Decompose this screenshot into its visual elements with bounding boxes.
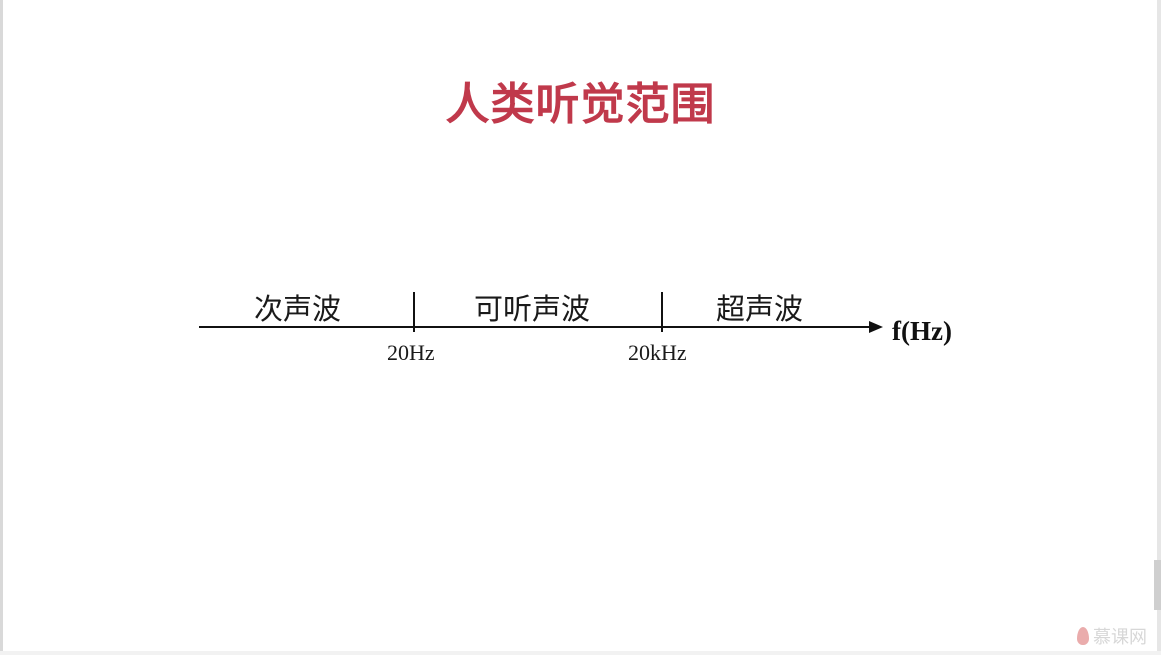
frame-border-bottom: [0, 651, 1161, 655]
slide-title: 人类听觉范围: [445, 79, 716, 130]
boundary-label-20khz: 20kHz: [628, 340, 687, 365]
scrollbar-thumb[interactable]: [1154, 560, 1161, 610]
axis-unit-label: f(Hz): [892, 316, 952, 346]
watermark: 慕课网: [1077, 623, 1147, 649]
axis-arrow-icon: [869, 321, 883, 333]
boundary-tick-20hz: [413, 292, 415, 332]
watermark-text: 慕课网: [1093, 627, 1147, 648]
region-label-audible: 可听声波: [474, 292, 591, 326]
slide: 人类听觉范围 次声波 可听声波 超声波 20Hz 20kHz f(Hz) 慕课网: [0, 0, 1161, 655]
region-label-infrasound: 次声波: [254, 292, 342, 326]
boundary-label-20hz: 20Hz: [387, 340, 435, 365]
region-label-ultrasound: 超声波: [716, 292, 804, 326]
boundary-tick-20khz: [661, 292, 663, 332]
flame-icon: [1077, 627, 1089, 645]
